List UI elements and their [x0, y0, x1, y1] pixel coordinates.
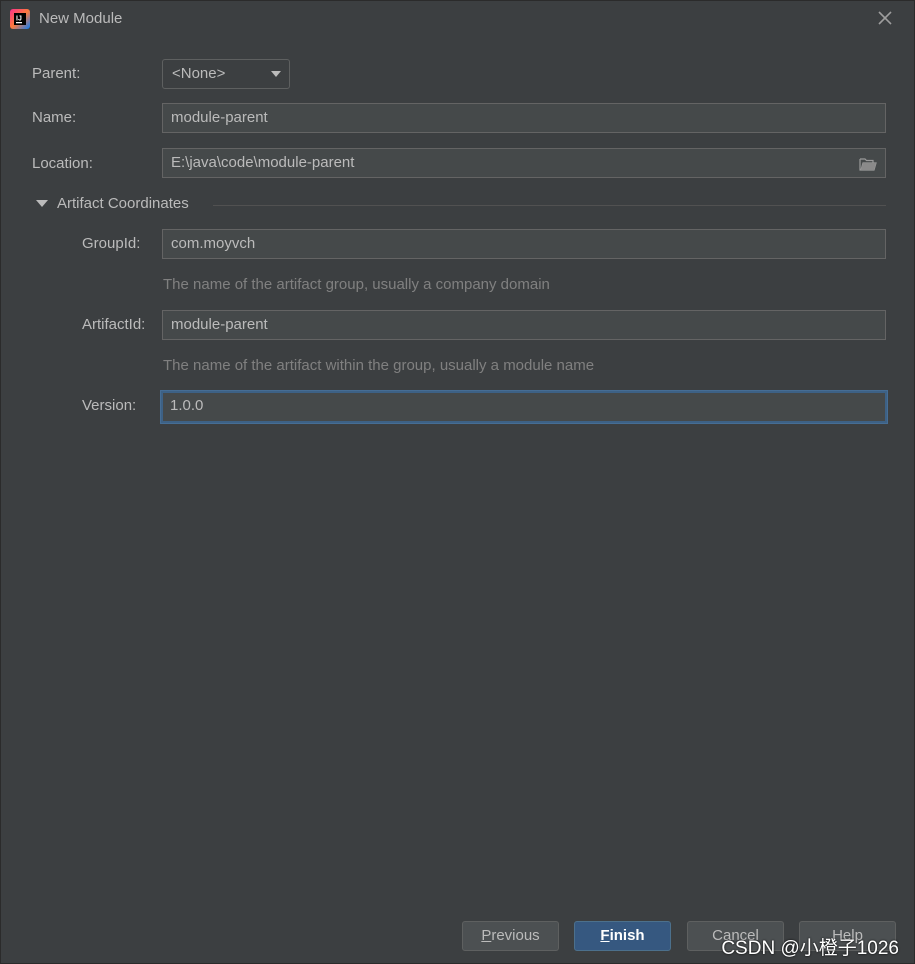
- section-divider: [213, 205, 886, 206]
- folder-icon[interactable]: [859, 157, 877, 171]
- artifactid-input[interactable]: module-parent: [162, 310, 886, 340]
- title-bar: IJ New Module: [1, 1, 914, 37]
- chevron-down-icon: [271, 71, 281, 77]
- parent-label: Parent:: [32, 65, 81, 82]
- version-input[interactable]: 1.0.0: [160, 390, 888, 424]
- name-label: Name:: [32, 109, 77, 126]
- location-label: Location:: [32, 155, 93, 172]
- previous-button[interactable]: Previous: [462, 921, 559, 951]
- groupid-label: GroupId:: [82, 235, 141, 252]
- artifact-section-title[interactable]: Artifact Coordinates: [57, 195, 189, 212]
- location-input[interactable]: E:\java\code\module-parent: [162, 148, 886, 178]
- close-icon[interactable]: [876, 9, 894, 27]
- dialog-title: New Module: [39, 10, 123, 27]
- new-module-dialog: IJ New Module Parent: <None> Name: modul…: [0, 0, 915, 964]
- collapse-triangle-icon[interactable]: [36, 200, 48, 207]
- name-input[interactable]: module-parent: [162, 103, 886, 133]
- artifactid-hint: The name of the artifact within the grou…: [163, 357, 595, 374]
- watermark-text: CSDN @小橙子1026: [721, 938, 899, 959]
- finish-label: inish: [609, 927, 645, 944]
- artifactid-label: ArtifactId:: [82, 316, 146, 333]
- groupid-hint: The name of the artifact group, usually …: [163, 276, 550, 293]
- finish-button[interactable]: Finish: [574, 921, 671, 951]
- finish-mnemonic: F: [600, 927, 610, 944]
- location-value: E:\java\code\module-parent: [171, 154, 355, 171]
- previous-mnemonic: P: [481, 927, 492, 944]
- svg-text:IJ: IJ: [16, 16, 22, 23]
- parent-dropdown[interactable]: <None>: [162, 59, 290, 89]
- intellij-idea-icon: IJ: [10, 9, 30, 29]
- parent-selected-value: <None>: [172, 65, 226, 82]
- previous-label: revious: [491, 927, 540, 944]
- groupid-input[interactable]: com.moyvch: [162, 229, 886, 259]
- version-label: Version:: [82, 397, 137, 414]
